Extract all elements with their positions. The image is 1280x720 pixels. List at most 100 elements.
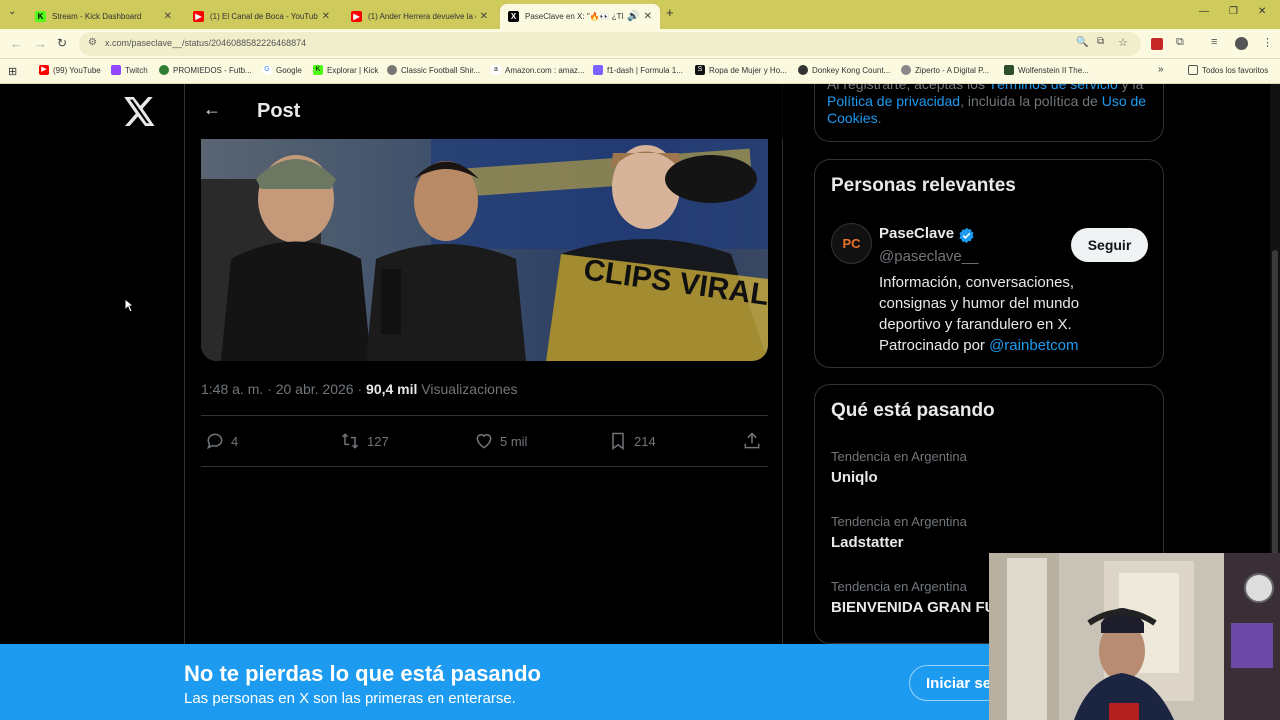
webcam-overlay: [989, 553, 1280, 720]
shop-icon: S: [695, 65, 705, 75]
browser-tab[interactable]: K Stream - Kick Dashboard ✕: [27, 4, 180, 29]
pdf-extension-icon[interactable]: [1151, 38, 1163, 50]
promiedos-icon: [159, 65, 169, 75]
repost-button[interactable]: 127: [339, 431, 389, 451]
folder-icon: [1188, 65, 1198, 75]
address-bar[interactable]: ⚙ x.com/paseclave__/status/2046088582226…: [79, 32, 1141, 56]
bookmark-item[interactable]: a Amazon.com : amaz...: [491, 65, 585, 75]
profile-name[interactable]: PaseClave: [879, 225, 954, 242]
bookmark-item[interactable]: Classic Football Shir...: [387, 65, 480, 75]
browser-toolbar: ← → ↻ ⚙ x.com/paseclave__/status/2046088…: [0, 29, 1280, 59]
x-logo-icon[interactable]: [124, 97, 156, 126]
minimize-icon[interactable]: —: [1199, 6, 1209, 17]
follow-button[interactable]: Seguir: [1071, 228, 1148, 262]
bookmark-count: 214: [634, 433, 656, 449]
close-icon[interactable]: ✕: [480, 11, 488, 22]
bookmark-label: Amazon.com : amaz...: [505, 65, 585, 75]
close-icon[interactable]: ✕: [164, 11, 172, 22]
reply-count: 4: [231, 433, 239, 449]
chevron-right-icon[interactable]: »: [1158, 64, 1164, 75]
meta-separator: ·: [267, 381, 272, 397]
bookmark-item[interactable]: Ziperto - A Digital P...: [901, 65, 989, 75]
share-icon: [744, 432, 760, 449]
trend-context: Tendencia en Argentina: [831, 449, 967, 464]
views-count: 90,4 mil: [366, 381, 418, 397]
install-app-icon[interactable]: ⧉: [1097, 36, 1104, 47]
repost-icon: [341, 433, 359, 449]
like-button[interactable]: 5 mil: [474, 431, 527, 451]
avatar-text: PC: [842, 236, 861, 251]
share-button[interactable]: [742, 431, 768, 451]
terms-text: , incluida la política de: [960, 93, 1102, 109]
site-info-icon[interactable]: ⚙: [88, 37, 97, 48]
kick-icon: K: [313, 65, 323, 75]
media-controls-icon[interactable]: ≡: [1211, 36, 1217, 48]
bookmark-button[interactable]: 214: [608, 431, 656, 451]
x-icon: X: [508, 11, 519, 22]
bookmark-item[interactable]: S Ropa de Mujer y Ho...: [695, 65, 787, 75]
browser-tab[interactable]: ▶ (1) Ander Herrera devuelve la c ✕: [343, 4, 496, 29]
reply-button[interactable]: 4: [205, 431, 238, 451]
terms-text: y la: [1117, 84, 1144, 92]
bookmark-item[interactable]: f1-dash | Formula 1...: [593, 65, 683, 75]
game-icon: [798, 65, 808, 75]
all-bookmarks[interactable]: Todos los favoritos: [1188, 65, 1268, 75]
terms-text: .: [877, 110, 882, 126]
back-arrow-icon[interactable]: ←: [203, 99, 221, 120]
reload-icon[interactable]: ↻: [57, 36, 67, 50]
avatar[interactable]: PC: [831, 223, 872, 264]
extensions-icon[interactable]: ⧉: [1176, 36, 1184, 49]
reply-icon: [206, 433, 223, 450]
privacy-policy-link[interactable]: Política de privacidad: [827, 93, 960, 109]
tab-title: Stream - Kick Dashboard: [52, 12, 142, 21]
apps-icon[interactable]: ⊞: [8, 65, 17, 78]
post-time[interactable]: 1:48 a. m.: [201, 381, 263, 397]
zoom-icon[interactable]: 🔍: [1076, 37, 1088, 48]
bookmark-item[interactable]: G Google: [262, 65, 302, 75]
trend-item[interactable]: Tendencia en Argentina Uniqlo: [831, 449, 1161, 486]
bookmark-label: Donkey Kong Count...: [812, 65, 891, 75]
url-text: x.com/paseclave__/status/204608858222646…: [105, 38, 307, 48]
page-title: Post: [257, 100, 301, 122]
browser-tab-active[interactable]: X PaseClave en X: "🔥👀 ¿TE 🔊 ✕: [500, 4, 660, 29]
profile-handle[interactable]: @paseclave__: [879, 248, 978, 265]
terms-of-service-link[interactable]: Términos de servicio: [989, 84, 1118, 92]
post-date[interactable]: 20 abr. 2026: [276, 381, 354, 397]
youtube-icon: ▶: [351, 11, 362, 22]
tab-list-icon[interactable]: ⌄: [8, 6, 16, 17]
post-video[interactable]: CLIPS VIRALES: [201, 139, 768, 361]
forward-icon[interactable]: →: [34, 36, 47, 51]
sponsor-link[interactable]: @rainbetcom: [989, 337, 1078, 354]
bookmark-item[interactable]: PROMIEDOS - Futb...: [159, 65, 252, 75]
restore-icon[interactable]: ❐: [1229, 6, 1238, 17]
close-icon[interactable]: ✕: [322, 11, 330, 22]
views-label: Visualizaciones: [421, 381, 518, 397]
bookmark-item[interactable]: Wolfenstein II The...: [1004, 65, 1089, 75]
heart-icon: [476, 434, 492, 449]
window-close-icon[interactable]: ✕: [1258, 6, 1266, 17]
trend-item[interactable]: Tendencia en Argentina Ladstatter: [831, 514, 1161, 551]
bookmark-icon: [612, 432, 624, 450]
speaker-icon[interactable]: 🔊: [627, 11, 639, 22]
like-count: 5 mil: [500, 433, 528, 449]
bookmark-item[interactable]: ▶ (99) YouTube: [39, 65, 101, 75]
profile-avatar[interactable]: [1235, 37, 1248, 50]
bookmark-item[interactable]: Twitch: [111, 65, 148, 75]
bookmark-label: Explorar | Kick: [327, 65, 379, 75]
bookmark-item[interactable]: Donkey Kong Count...: [798, 65, 890, 75]
relevant-people-card: Personas relevantes PC PaseClave @pasecl…: [814, 159, 1164, 368]
close-icon[interactable]: ✕: [644, 11, 652, 22]
profile-bio: Información, conversaciones, consignas y…: [879, 272, 1115, 356]
menu-icon[interactable]: ⋮: [1262, 36, 1273, 49]
verified-badge-icon: [959, 227, 974, 244]
star-icon[interactable]: ☆: [1118, 36, 1128, 49]
relevant-people-title: Personas relevantes: [831, 175, 1016, 196]
browser-tab[interactable]: ▶ (1) El Canal de Boca - YouTube ✕: [185, 4, 338, 29]
bookmark-item[interactable]: K Explorar | Kick: [313, 65, 378, 75]
back-icon[interactable]: ←: [10, 36, 23, 51]
globe-icon: [901, 65, 911, 75]
new-tab-icon[interactable]: +: [666, 5, 674, 20]
terms-notice: Al registrarte, aceptas los Términos de …: [814, 84, 1164, 142]
repost-count: 127: [367, 433, 389, 449]
bookmark-label: Twitch: [125, 65, 148, 75]
